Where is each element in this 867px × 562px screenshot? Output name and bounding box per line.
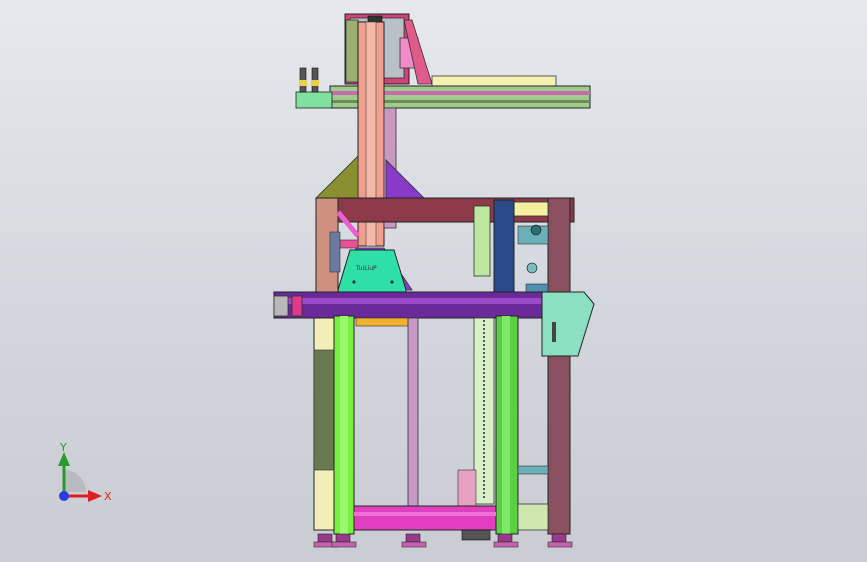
- carriage-engraving: TuiLiuP: [355, 265, 377, 272]
- foot: [551, 533, 567, 543]
- sensor-right-tip: [311, 80, 319, 86]
- foot-pad: [547, 541, 573, 548]
- graphics-viewport[interactable]: TuiLiuP Y X: [0, 0, 867, 562]
- x-axis-label: X: [104, 490, 112, 503]
- pink-bracket: [339, 239, 359, 249]
- cad-model-view[interactable]: TuiLiuP Y X: [0, 0, 867, 562]
- lower-motor[interactable]: [457, 469, 477, 507]
- foot-pad: [493, 541, 519, 548]
- right-upper-post[interactable]: [547, 197, 571, 295]
- main-beam-stripe: [274, 298, 584, 304]
- right-gusset-purple: [385, 159, 425, 199]
- foot-pad: [331, 541, 357, 548]
- z-axis-dot-icon: [59, 491, 69, 501]
- left-outer-post-shade: [313, 349, 335, 471]
- left-clamp: [329, 231, 341, 273]
- right-block: [525, 283, 549, 293]
- foot: [335, 533, 351, 543]
- head-side-rail: [345, 19, 359, 83]
- right-lower-bracket: [517, 465, 549, 475]
- right-guard[interactable]: [541, 291, 595, 357]
- left-green-post-highlight: [340, 316, 348, 534]
- guard-slot: [552, 322, 556, 342]
- triad-arc: [64, 470, 86, 492]
- carriage-bolt: [352, 280, 356, 284]
- orange-rail: [355, 317, 411, 327]
- coordinate-triad: Y X: [58, 441, 112, 503]
- base-beam[interactable]: [353, 505, 497, 531]
- beam-end-cap: [273, 295, 289, 317]
- right-hub: [526, 262, 538, 274]
- base-pulley: [461, 529, 491, 541]
- right-wheel: [530, 224, 542, 236]
- right-outer-post[interactable]: [547, 355, 571, 535]
- right-slide[interactable]: [473, 205, 491, 277]
- foot: [497, 533, 513, 543]
- foot: [317, 533, 333, 543]
- sensor-left-tip: [299, 80, 307, 86]
- base-beam-stripe: [354, 512, 496, 516]
- main-beam[interactable]: [273, 291, 585, 319]
- foot: [405, 533, 421, 543]
- foot-pad: [401, 541, 427, 548]
- x-arrow-icon: [88, 490, 102, 502]
- left-motor[interactable]: [295, 91, 333, 109]
- beam-end-pink: [291, 295, 303, 317]
- y-axis-label: Y: [59, 441, 67, 454]
- left-gusset-olive: [315, 155, 359, 199]
- blue-column[interactable]: [493, 199, 515, 295]
- base-right-block: [517, 503, 549, 531]
- inner-pink-post: [407, 317, 419, 531]
- y-arrow-icon: [58, 452, 70, 466]
- right-green-post-highlight: [502, 316, 510, 534]
- carriage-bolt: [390, 280, 394, 284]
- right-cap-yellow: [513, 201, 549, 217]
